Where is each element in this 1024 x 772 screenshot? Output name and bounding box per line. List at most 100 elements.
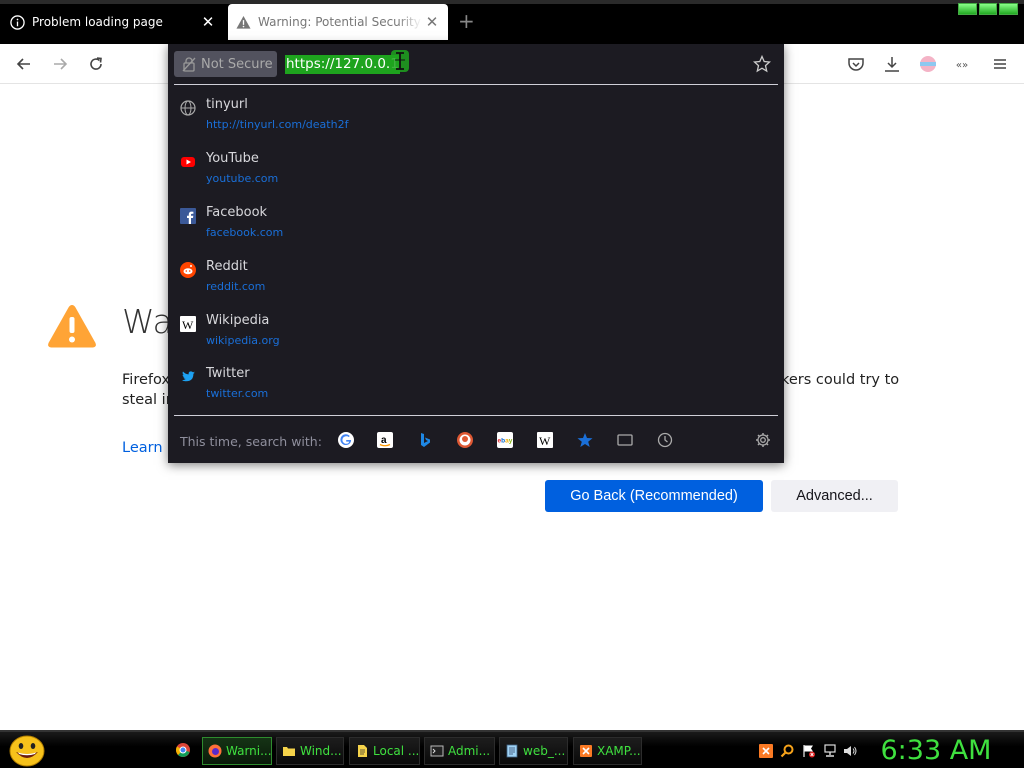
svg-text:ebay: ebay: [498, 438, 513, 445]
account-icon: [920, 56, 936, 72]
pocket-button[interactable]: [846, 54, 866, 74]
bookmarks-icon[interactable]: [576, 431, 594, 449]
tab-close-button[interactable]: ✕: [422, 13, 442, 31]
advanced-button[interactable]: Advanced...: [771, 480, 898, 512]
warning-triangle-icon: [46, 302, 98, 354]
reddit-icon: [180, 262, 196, 278]
window-controls[interactable]: [958, 3, 1019, 15]
taskbar-label: Local ...: [373, 744, 420, 758]
taskbar-item-admin-console[interactable]: Admi...: [424, 737, 495, 765]
arrow-left-icon: [16, 58, 30, 70]
suggestion-facebook[interactable]: Facebook facebook.com: [168, 200, 784, 254]
text-cursor-icon: [388, 48, 412, 74]
taskbar-item-windows-explorer[interactable]: Wind...: [276, 737, 344, 765]
taskbar-clock[interactable]: 6:33 AM: [876, 732, 996, 770]
extensions-button[interactable]: «»: [954, 54, 974, 74]
taskbar-item-firefox[interactable]: Warni...: [202, 737, 272, 765]
warning-icon: [236, 15, 251, 30]
youtube-icon: [180, 154, 196, 170]
firefox-icon: [208, 744, 222, 758]
reload-button[interactable]: [86, 54, 106, 74]
suggestion-tinyurl[interactable]: tinyurl http://tinyurl.com/death2f: [168, 92, 784, 146]
tab-strip: Problem loading page ✕ Warning: Potentia…: [0, 0, 1024, 44]
tab-security-warning[interactable]: Warning: Potential Security Risk Ahead ✕: [228, 4, 448, 40]
bing-icon[interactable]: [416, 431, 434, 449]
terminal-icon: [430, 745, 444, 757]
urlbar-dropdown: Not Secure https://127.0.0.1 tinyurl htt…: [168, 44, 784, 463]
amazon-icon[interactable]: a: [376, 431, 394, 449]
new-tab-button[interactable]: +: [458, 11, 475, 31]
divider: [174, 415, 778, 416]
xampp-tray-icon[interactable]: [759, 743, 773, 758]
wikipedia-icon[interactable]: W: [536, 431, 554, 449]
suggestion-url: youtube.com: [206, 172, 279, 185]
folder-icon: [283, 747, 295, 756]
svg-text:W: W: [539, 434, 551, 448]
search-engines-row: This time, search with: a ebay W: [168, 422, 784, 460]
search-with-label: This time, search with:: [180, 434, 322, 449]
svg-text:a: a: [381, 435, 387, 446]
account-button[interactable]: [918, 54, 938, 74]
tab-close-button[interactable]: ✕: [198, 13, 218, 31]
not-secure-indicator[interactable]: Not Secure: [174, 51, 277, 77]
taskbar-label: Admi...: [448, 744, 491, 758]
minimize-button[interactable]: [958, 3, 977, 15]
suggestion-url: http://tinyurl.com/death2f: [206, 118, 349, 131]
ebay-icon[interactable]: ebay: [496, 431, 514, 449]
suggestion-youtube[interactable]: YouTube youtube.com: [168, 146, 784, 200]
menu-button[interactable]: [990, 54, 1010, 74]
start-button-smiley-icon[interactable]: [8, 734, 46, 768]
taskbar-item-web-notepad[interactable]: web_...: [499, 737, 568, 765]
network-tray-icon[interactable]: [823, 743, 837, 757]
maximize-button[interactable]: [978, 3, 998, 15]
urlbar: Not Secure https://127.0.0.1: [168, 44, 784, 84]
suggestion-title: Reddit: [206, 259, 248, 274]
search-tray-icon[interactable]: [780, 743, 794, 758]
forward-button[interactable]: [50, 54, 70, 74]
divider: [174, 84, 778, 85]
downloads-button[interactable]: [882, 54, 902, 74]
action-center-flag-icon[interactable]: [802, 743, 816, 758]
suggestion-twitter[interactable]: Twitter twitter.com: [168, 361, 784, 415]
suggestion-wikipedia[interactable]: W Wikipedia wikipedia.org: [168, 308, 784, 362]
xampp-icon: [580, 745, 592, 757]
go-back-button[interactable]: Go Back (Recommended): [545, 480, 763, 512]
suggestion-url: facebook.com: [206, 226, 284, 239]
suggestion-url: reddit.com: [206, 280, 266, 293]
suggestion-url: twitter.com: [206, 387, 269, 400]
history-icon[interactable]: [656, 431, 674, 449]
globe-icon: [180, 100, 196, 116]
duckduckgo-icon[interactable]: [456, 431, 474, 449]
google-icon[interactable]: [337, 431, 355, 449]
taskbar-item-xampp[interactable]: XAMP...: [573, 737, 642, 765]
url-input[interactable]: https://127.0.0.1: [285, 55, 400, 74]
suggestion-title: Twitter: [206, 366, 250, 381]
tab-problem-loading[interactable]: Problem loading page ✕: [0, 4, 224, 40]
tab-title: Problem loading page: [32, 15, 163, 29]
pocket-icon: [848, 58, 864, 71]
info-icon: [10, 14, 25, 30]
taskbar-label: Wind...: [300, 744, 342, 758]
document-icon: [358, 745, 367, 757]
suggestion-reddit[interactable]: Reddit reddit.com: [168, 254, 784, 308]
bookmark-star-icon[interactable]: [752, 54, 772, 77]
suggestion-title: Facebook: [206, 205, 268, 220]
page-title: Wa: [122, 302, 173, 341]
wikipedia-icon: W: [180, 316, 196, 332]
arrow-right-icon: [54, 58, 68, 70]
suggestion-url: wikipedia.org: [206, 334, 280, 347]
taskbar-item-local[interactable]: Local ...: [349, 737, 420, 765]
taskbar-label: XAMP...: [597, 744, 641, 758]
lock-insecure-icon: [182, 56, 196, 72]
close-window-button[interactable]: [999, 3, 1019, 15]
twitter-icon: [180, 369, 196, 385]
taskbar-label: Warni...: [226, 744, 272, 758]
suggestion-title: YouTube: [206, 151, 259, 166]
svg-text:W: W: [182, 318, 194, 332]
back-button[interactable]: [14, 54, 34, 74]
reload-icon: [90, 57, 102, 70]
chrome-icon[interactable]: [176, 742, 190, 757]
search-settings-gear-icon[interactable]: [754, 431, 772, 449]
tabs-icon[interactable]: [616, 431, 634, 449]
volume-tray-icon[interactable]: [843, 743, 857, 757]
